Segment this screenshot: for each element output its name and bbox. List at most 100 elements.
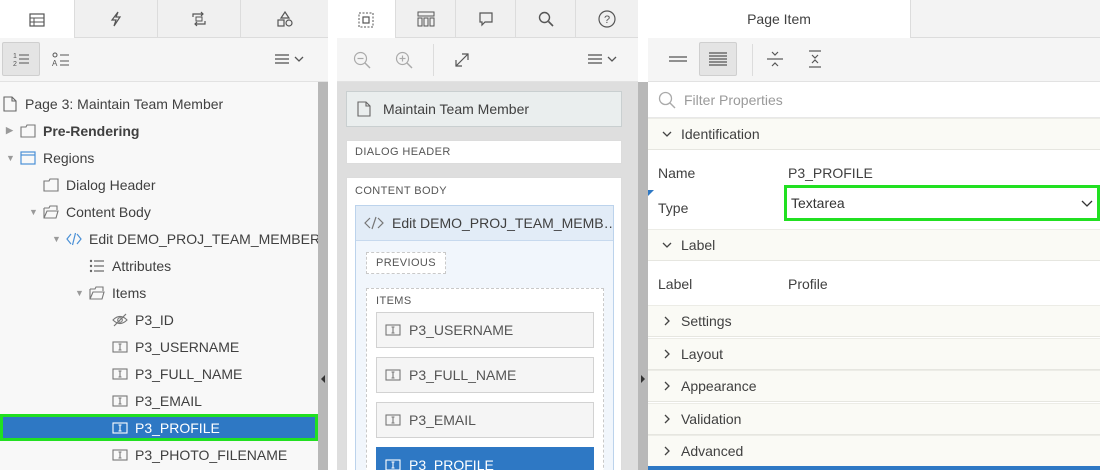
group-appearance[interactable]: Appearance [648,370,1100,402]
tree-node[interactable]: ▶ Pre-Rendering [0,117,318,144]
text-field-icon [385,414,401,426]
dialog-header-position[interactable]: DIALOG HEADER [346,140,622,164]
zoom-out-icon [353,51,371,69]
expand-toggle-icon[interactable]: ▼ [29,207,43,217]
tab-gallery[interactable] [396,0,456,38]
group-validation-label: Validation [681,411,742,427]
tree-node[interactable]: ▼ Content Body [0,198,318,225]
collapse-toggle-icon[interactable]: ▶ [6,125,20,136]
tab-help[interactable]: ? [576,0,638,38]
tree-node-label: P3_FULL_NAME [135,365,243,382]
page-box[interactable]: Maintain Team Member [346,91,622,127]
tree-node[interactable]: P3_FULL_NAME [0,360,318,387]
left-splitter[interactable] [318,82,328,470]
rendering-tree-icon [29,12,45,27]
group-layout[interactable]: Layout [648,338,1100,370]
tab-layout[interactable] [337,0,396,39]
expand-toggle-icon[interactable]: ▼ [75,288,89,298]
group-validation[interactable]: Validation [648,403,1100,435]
tree-node[interactable]: Dialog Header [0,171,318,198]
expand-button[interactable] [451,49,473,71]
view-grouped-button[interactable]: A [42,42,80,76]
tab-search[interactable] [516,0,576,38]
code-icon [364,216,384,230]
tab-processing[interactable] [158,0,241,38]
tree-node-label: Dialog Header [66,176,156,193]
expand-all-icon [809,50,821,68]
text-field-icon [112,421,128,434]
chevron-right-icon [664,381,670,391]
help-icon: ? [598,10,616,28]
collapse-right-icon [641,375,645,383]
filter-properties-field[interactable]: Filter Properties [648,82,1100,118]
view-ordered-button[interactable]: 12 [2,42,40,76]
layout-item[interactable]: P3_EMAIL [376,402,594,438]
tab-rendering[interactable] [0,0,75,39]
tree-node[interactable]: ▼ Edit DEMO_PROJ_TEAM_MEMBERS [0,225,318,252]
tree-node[interactable]: ▼ Items [0,279,318,306]
property-label: Label Profile [648,267,1100,301]
expand-toggle-icon[interactable]: ▼ [52,234,66,244]
tree-node-label: P3_ID [135,311,174,328]
layout-item[interactable]: P3_FULL_NAME [376,357,594,393]
folder-icon [20,123,36,138]
collapse-all-button[interactable] [764,48,786,70]
layout-item[interactable]: P3_USERNAME [376,312,594,348]
label-value[interactable]: Profile [788,276,828,292]
tree-node[interactable]: P3_USERNAME [0,333,318,360]
group-advanced[interactable]: Advanced [648,435,1100,467]
layout-canvas: Maintain Team Member DIALOG HEADER CONTE… [337,82,638,470]
tree-node-label: P3_PHOTO_FILENAME [135,446,288,463]
zoom-in-button[interactable] [393,49,415,71]
previous-position[interactable]: PREVIOUS [366,252,446,274]
tree-node-label: Regions [43,149,95,166]
tab-page-item[interactable]: Page Item [648,0,911,38]
items-position-title: ITEMS [376,295,412,307]
tree-node[interactable]: P3_PROFILE [0,414,318,441]
left-menu-button[interactable] [270,46,310,72]
zoom-out-button[interactable] [351,49,373,71]
text-field-icon [112,367,128,380]
tree-node[interactable]: Page 3: Maintain Team Member [0,90,318,117]
all-lines-icon [709,52,727,66]
group-label[interactable]: Label [648,229,1100,261]
menu-icon [275,54,304,64]
folder-icon [43,177,59,192]
items-position[interactable]: ITEMS P3_USERNAME P3_FULL_NAME P3_EMAIL P3_… [366,288,604,470]
right-splitter[interactable] [638,82,648,470]
tab-messages[interactable] [456,0,516,38]
dynamic-actions-icon [110,11,122,27]
type-select-value: Textarea [791,195,845,211]
expand-icon [455,53,469,67]
layout-item[interactable]: P3_PROFILE [376,447,594,470]
chevron-right-icon [664,414,670,424]
layout-item-label: P3_USERNAME [409,322,514,338]
zoom-in-icon [395,51,413,69]
content-body-position[interactable]: CONTENT BODY Edit DEMO_PROJ_TEAM_MEMB… P… [346,177,622,470]
mid-menu-button[interactable] [583,46,623,72]
tree-node[interactable]: Attributes [0,252,318,279]
tree-node-label: P3_USERNAME [135,338,240,355]
region-title-label: Edit DEMO_PROJ_TEAM_MEMB… [392,215,613,231]
layout-item-label: P3_PROFILE [409,457,494,470]
tab-dynamic-actions[interactable] [75,0,158,38]
expand-all-button[interactable] [804,48,826,70]
expand-toggle-icon[interactable]: ▼ [6,153,20,163]
group-identification[interactable]: Identification [648,118,1100,150]
tab-shared-components[interactable] [241,0,328,38]
region-box[interactable]: Edit DEMO_PROJ_TEAM_MEMB… PREVIOUS ITEMS… [355,205,614,470]
region-title[interactable]: Edit DEMO_PROJ_TEAM_MEMB… [356,206,613,241]
group-settings[interactable]: Settings [648,305,1100,337]
show-common-button[interactable] [660,42,696,76]
name-value[interactable]: P3_PROFILE [788,165,873,181]
layout-item-label: P3_EMAIL [409,412,476,428]
type-select[interactable]: Textarea [784,185,1100,221]
tree-node[interactable]: P3_EMAIL [0,387,318,414]
menu-icon [588,54,617,64]
show-all-button[interactable] [699,42,737,76]
tree-node-label: Content Body [66,203,151,220]
tree-node[interactable]: P3_ID [0,306,318,333]
tree-node[interactable]: ▼ Regions [0,144,318,171]
page-icon [357,101,371,117]
tree-node[interactable]: P3_PHOTO_FILENAME [0,441,318,468]
